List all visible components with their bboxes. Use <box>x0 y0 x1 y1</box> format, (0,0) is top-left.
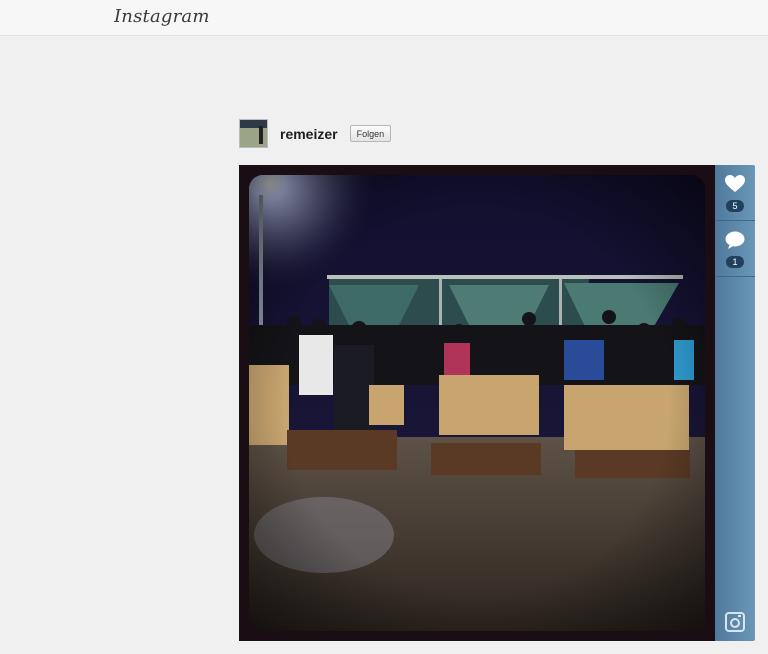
heart-icon[interactable] <box>725 175 745 193</box>
like-action[interactable]: 5 <box>715 165 755 221</box>
likes-count: 5 <box>726 200 744 212</box>
photo-card <box>239 165 715 641</box>
comments-count: 1 <box>726 256 744 268</box>
instagram-logo[interactable]: Instagram <box>114 6 210 27</box>
top-bar: Instagram <box>0 0 768 36</box>
camera-icon[interactable] <box>725 612 745 632</box>
post-photo[interactable] <box>249 175 705 631</box>
speech-bubble-icon[interactable] <box>725 231 745 249</box>
username[interactable]: remeizer <box>280 126 338 142</box>
action-panel: 5 1 <box>715 165 755 641</box>
follow-button[interactable]: Folgen <box>349 125 392 142</box>
post-header: remeizer Folgen <box>239 118 392 149</box>
avatar[interactable] <box>239 119 268 148</box>
comment-action[interactable]: 1 <box>715 221 755 277</box>
